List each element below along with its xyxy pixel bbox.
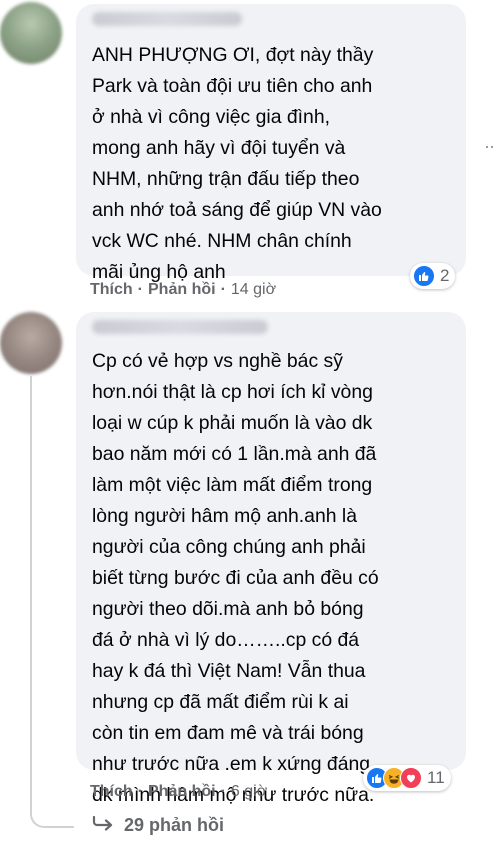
reaction-summary[interactable]: 2 <box>410 263 456 289</box>
comment-timestamp[interactable]: 6 giờ <box>231 783 267 801</box>
separator-dot: · <box>137 281 143 298</box>
commenter-avatar[interactable] <box>0 2 62 64</box>
more-options-icon[interactable]: ··· <box>484 136 495 157</box>
like-button[interactable]: Thích <box>90 281 133 299</box>
separator-dot: · <box>137 783 143 800</box>
like-button[interactable]: Thích <box>90 783 133 801</box>
reaction-count: 11 <box>427 768 445 787</box>
view-replies-link[interactable]: 29 phản hồi <box>92 815 224 836</box>
reply-button[interactable]: Phản hồi <box>148 281 216 299</box>
reply-arrow-icon <box>92 815 114 836</box>
comment-author-name-redacted[interactable] <box>92 320 268 334</box>
reaction-count: 2 <box>440 266 450 285</box>
replies-count-label: 29 phản hồi <box>124 815 225 835</box>
love-icon <box>400 767 422 789</box>
commenter-avatar[interactable] <box>0 312 62 374</box>
separator-dot: · <box>220 783 226 800</box>
reaction-summary[interactable]: 11 <box>363 765 451 791</box>
comment-author-name-redacted[interactable] <box>92 12 242 26</box>
like-icon <box>413 265 435 287</box>
comment-text: ANH PHƯỢNG ƠI, đợt này thầy Park và toàn… <box>92 44 382 283</box>
comment-text: Cp có vẻ hợp vs nghề bác sỹ hơn.nói thật… <box>92 350 379 806</box>
reply-thread-line <box>30 376 74 828</box>
comment-actions: Thích · Phản hồi · 6 giờ <box>90 783 267 801</box>
comment-timestamp[interactable]: 14 giờ <box>231 281 276 299</box>
separator-dot: · <box>220 281 226 298</box>
comment-actions: Thích · Phản hồi · 14 giờ <box>90 281 276 299</box>
reply-button[interactable]: Phản hồi <box>148 783 216 801</box>
